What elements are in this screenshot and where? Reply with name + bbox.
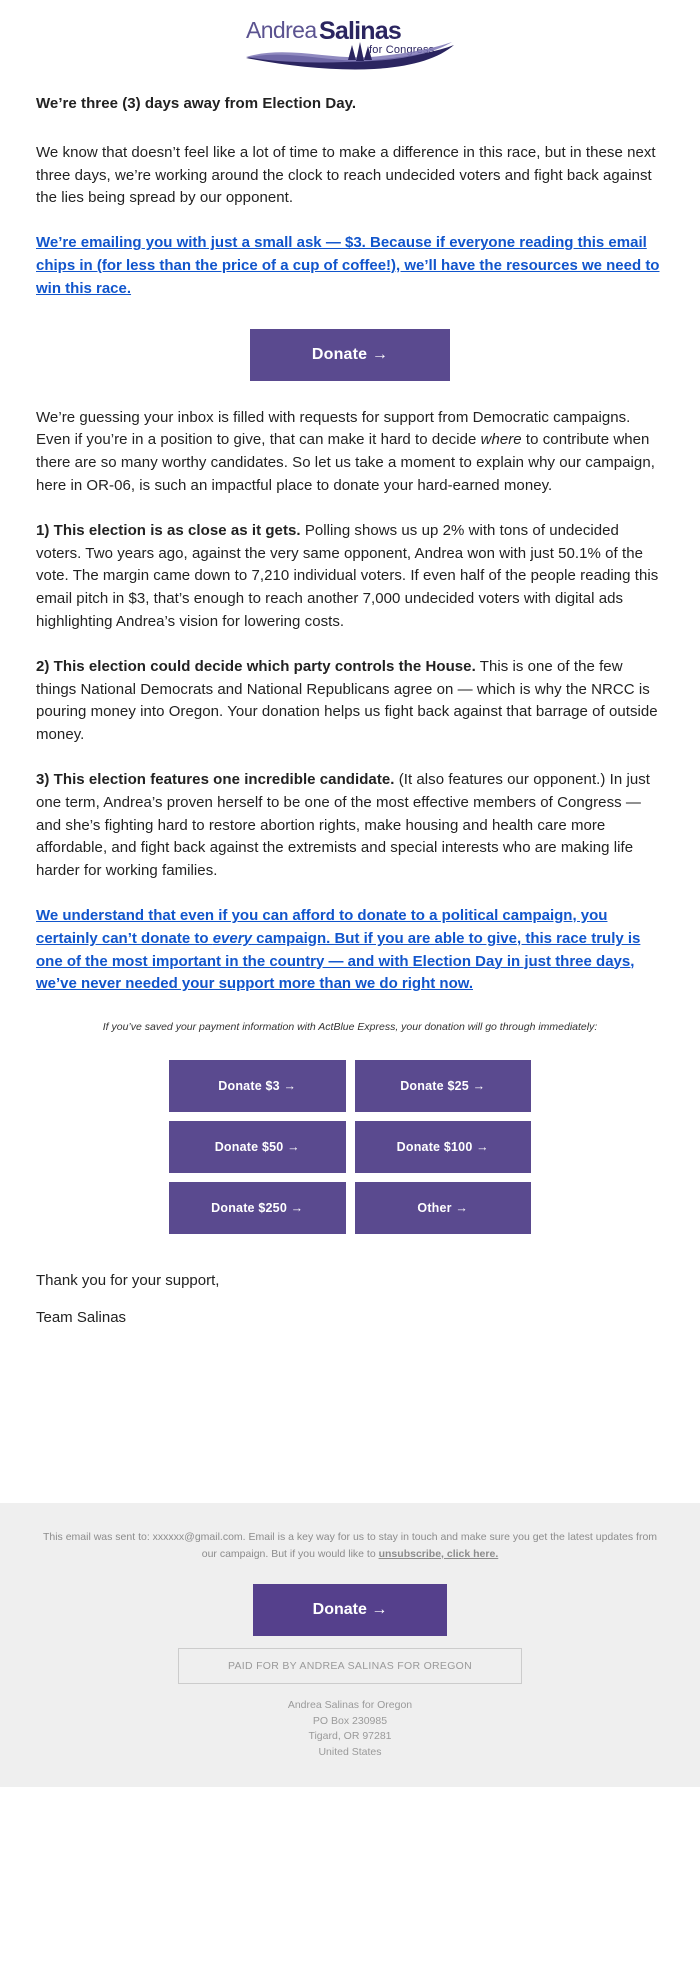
small-ask-link-paragraph: We’re emailing you with just a small ask… bbox=[36, 232, 664, 300]
donate-grid-row: Donate $50 → Donate $100 → bbox=[169, 1120, 531, 1173]
paid-for-disclaimer[interactable]: PAID FOR BY ANDREA SALINAS FOR OREGON bbox=[178, 1647, 522, 1684]
footer-address: Andrea Salinas for Oregon PO Box 230985 … bbox=[40, 1698, 660, 1761]
address-org: Andrea Salinas for Oregon bbox=[287, 1698, 413, 1711]
inbox-paragraph: We’re guessing your inbox is filled with… bbox=[36, 407, 664, 498]
campaign-logo[interactable]: Andrea Salinas for Congress bbox=[240, 12, 460, 74]
donate-amount-100-button[interactable]: Donate $100 → bbox=[354, 1120, 531, 1173]
email-main-content: We’re three (3) days away from Election … bbox=[0, 93, 700, 1503]
email-footer: This email was sent to: xxxxxx@gmail.com… bbox=[0, 1503, 700, 1787]
actblue-express-note: If you’ve saved your payment information… bbox=[102, 1021, 598, 1034]
closing-appeal-link[interactable]: We understand that even if you can affor… bbox=[36, 907, 640, 992]
donate-grid-row: Donate $3 → Donate $25 → bbox=[169, 1059, 531, 1112]
donate-grid-cell: Donate $50 → bbox=[169, 1120, 346, 1173]
headline-paragraph: We’re three (3) days away from Election … bbox=[36, 95, 357, 112]
inbox-paragraph-emphasis: where bbox=[480, 431, 522, 449]
reason-3-heading: 3) This election features one incredible… bbox=[36, 770, 395, 788]
donate-grid-cell: Donate $3 → bbox=[169, 1059, 346, 1112]
donate-amount-3-button[interactable]: Donate $3 → bbox=[169, 1059, 346, 1112]
donate-amount-250-button[interactable]: Donate $250 → bbox=[169, 1181, 346, 1234]
address-country: United States bbox=[318, 1746, 382, 1759]
closing-link-paragraph: We understand that even if you can affor… bbox=[36, 905, 664, 996]
signoff-thanks: Thank you for your support, bbox=[36, 1271, 220, 1289]
donate-amount-50-button[interactable]: Donate $50 → bbox=[169, 1120, 346, 1173]
reason-paragraph-1: 1) This election is as close as it gets.… bbox=[36, 520, 664, 634]
unsubscribe-link[interactable]: unsubscribe, click here. bbox=[379, 1548, 499, 1560]
donate-grid-cell: Other → bbox=[354, 1181, 531, 1234]
address-city-state-zip: Tigard, OR 97281 bbox=[308, 1730, 392, 1743]
donate-amount-25-button[interactable]: Donate $25 → bbox=[354, 1059, 531, 1112]
donate-grid-row: Donate $250 → Other → bbox=[169, 1181, 531, 1234]
logo-graphic: Andrea Salinas for Congress bbox=[246, 17, 454, 70]
intro-paragraph: We know that doesn’t feel like a lot of … bbox=[36, 143, 656, 207]
donate-grid-cell: Donate $100 → bbox=[354, 1120, 531, 1173]
address-pobox: PO Box 230985 bbox=[312, 1714, 388, 1727]
reason-2-heading: 2) This election could decide which part… bbox=[36, 657, 476, 675]
donate-button-primary[interactable]: Donate → bbox=[250, 328, 450, 381]
reason-paragraph-2: 2) This election could decide which part… bbox=[36, 656, 664, 747]
donate-grid-cell: Donate $250 → bbox=[169, 1181, 346, 1234]
email-header: Andrea Salinas for Congress bbox=[0, 0, 700, 85]
signoff-team: Team Salinas bbox=[36, 1309, 127, 1327]
donate-grid-cell: Donate $25 → bbox=[354, 1059, 531, 1112]
svg-text:Andrea: Andrea bbox=[246, 17, 317, 43]
reason-paragraph-3: 3) This election features one incredible… bbox=[36, 769, 664, 883]
footer-disclaimer: This email was sent to: xxxxxx@gmail.com… bbox=[40, 1529, 660, 1562]
closing-link-emphasis: every bbox=[212, 929, 252, 947]
email-body: Andrea Salinas for Congress We’re three … bbox=[0, 0, 700, 1787]
svg-text:Salinas: Salinas bbox=[319, 17, 401, 45]
primary-donate-row: Donate → bbox=[36, 325, 664, 407]
small-ask-link[interactable]: We’re emailing you with just a small ask… bbox=[36, 234, 659, 297]
donate-amount-other-button[interactable]: Other → bbox=[354, 1181, 531, 1234]
donate-button-footer[interactable]: Donate → bbox=[252, 1583, 448, 1636]
bottom-spacer bbox=[36, 1343, 664, 1503]
donation-amount-grid: Donate $3 → Donate $25 → Donate $50 → Do… bbox=[160, 1051, 540, 1243]
reason-1-heading: 1) This election is as close as it gets. bbox=[36, 521, 301, 539]
footer-disclaimer-text: This email was sent to: xxxxxx@gmail.com… bbox=[42, 1531, 658, 1560]
